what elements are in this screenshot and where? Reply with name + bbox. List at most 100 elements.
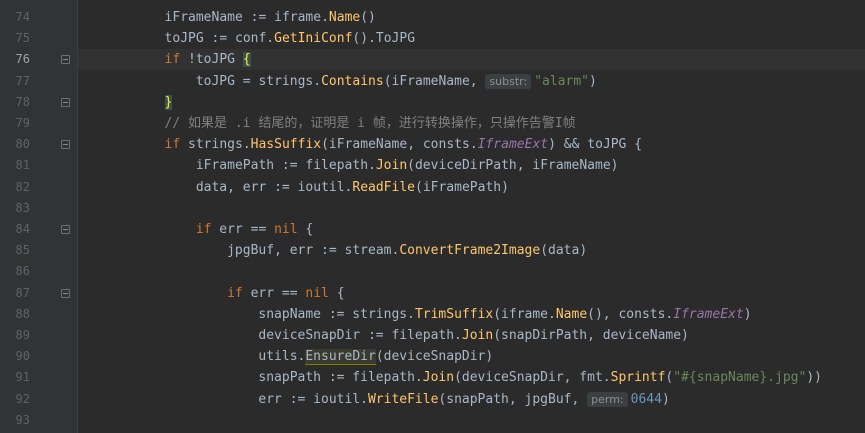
code-token: Name	[328, 10, 361, 25]
code-editor[interactable]: 74 75 76 77 78 79 80 81 82 83 84 85 86 87 88 89 90 91 92 93…	[0, 0, 865, 433]
code-token: (), consts.	[587, 306, 674, 322]
code-token: ) && toJPG {	[548, 137, 643, 153]
code-token: ReadFile	[352, 179, 415, 195]
code-line[interactable]: jpgBuf, err := stream.ConvertFrame2Image…	[78, 240, 865, 261]
code-line[interactable]: snapPath := filepath.Join(deviceSnapDir,…	[78, 367, 865, 388]
code-text: deviceSnapDir := filepath.Join(snapDirPa…	[258, 325, 688, 346]
code-token: if	[164, 137, 181, 153]
code-token: // 如果是 .i 结尾的，证明是 i 帧，进行转换操作，只操作告警I帧	[164, 116, 576, 131]
code-line[interactable]: err := ioutil.WriteFile(snapPath, jpgBuf…	[78, 389, 865, 410]
fold-collapse-icon[interactable]	[61, 225, 70, 234]
code-token: )	[743, 306, 752, 322]
fold-end-icon[interactable]	[61, 97, 70, 107]
line-number: 80	[15, 137, 30, 152]
code-area[interactable]: iFrameName := iframe.Name() toJPG := conf…	[78, 0, 865, 433]
code-text: if strings.HasSuffix(iFrameName, consts.…	[165, 134, 642, 155]
code-line[interactable]	[78, 198, 865, 219]
code-token: {	[297, 222, 314, 237]
code-token: (iFrameName,	[383, 73, 486, 89]
code-token: HasSuffix	[250, 137, 322, 153]
code-line[interactable]: if strings.HasSuffix(iFrameName, consts.…	[78, 134, 865, 155]
code-line[interactable]: data, err := ioutil.ReadFile(iFramePath)	[78, 177, 865, 198]
code-token: (deviceSnapDir, fmt.	[454, 370, 611, 386]
code-token: WriteFile	[367, 391, 439, 407]
code-text: if err == nil {	[227, 283, 344, 304]
code-token: (iFramePath)	[415, 179, 509, 195]
code-line[interactable]: // 如果是 .i 结尾的，证明是 i 帧，进行转换操作，只操作告警I帧	[78, 113, 865, 134]
code-token: utils.	[258, 349, 306, 365]
code-token: (snapPath, jpgBuf,	[438, 391, 588, 407]
line-gutter[interactable]: 74 75 76 77 78 79 80 81 82 83 84 85 86 87 88 89 90 91 92 93	[0, 0, 78, 433]
line-number: 81	[15, 158, 30, 173]
code-text: snapName := strings.TrimSuffix(iframe.Na…	[258, 304, 751, 325]
code-token: err ==	[211, 222, 275, 237]
code-line[interactable]: }	[78, 92, 865, 113]
code-token: )	[661, 391, 670, 407]
code-token: (data)	[540, 243, 588, 259]
code-token: (iFrameName, consts.	[321, 137, 478, 153]
code-text: iFramePath := filepath.Join(deviceDirPat…	[196, 155, 619, 176]
code-text: iFrameName := iframe.Name()	[165, 7, 376, 28]
code-token: strings.	[180, 137, 251, 153]
code-token: Sprintf	[610, 370, 666, 386]
code-token: )	[589, 73, 597, 89]
fold-collapse-icon[interactable]	[61, 288, 70, 298]
line-number: 90	[15, 349, 30, 364]
line-number: 85	[15, 243, 30, 258]
fold-collapse-icon[interactable]	[61, 140, 70, 150]
code-line[interactable]: deviceSnapDir := filepath.Join(snapDirPa…	[78, 325, 865, 346]
code-line[interactable]: iFrameName := iframe.Name()	[78, 7, 865, 28]
code-token: Join	[422, 370, 455, 386]
code-text: err := ioutil.WriteFile(snapPath, jpgBuf…	[258, 389, 670, 410]
code-token: err ==	[242, 285, 306, 301]
line-number: 87	[15, 285, 30, 300]
code-line[interactable]	[78, 261, 865, 282]
code-token: IframeExt	[477, 137, 549, 153]
code-token: if	[195, 222, 212, 237]
code-token: ))	[806, 370, 822, 386]
line-number: 74	[15, 10, 30, 24]
parameter-hint: substr:	[485, 73, 532, 89]
code-token: EnsureDir	[305, 349, 376, 366]
code-token: err	[289, 243, 314, 259]
line-number: 93	[15, 412, 30, 427]
code-token: TrimSuffix	[414, 306, 494, 322]
code-text: if !toJPG {	[165, 49, 251, 70]
code-line[interactable]: toJPG = strings.Contains(iFrameName, sub…	[78, 71, 865, 92]
code-token: IframeExt	[673, 306, 744, 322]
code-token: ().ToJPG	[352, 31, 416, 47]
code-line[interactable]: if err == nil {	[78, 219, 865, 240]
code-token: iFrameName := iframe.	[164, 10, 329, 25]
code-token: Join	[461, 328, 494, 343]
code-token: (iframe.	[493, 306, 556, 322]
code-text: toJPG = strings.Contains(iFrameName, sub…	[196, 71, 597, 92]
code-text: toJPG := conf.GetIniConf().ToJPG	[165, 28, 415, 49]
code-token: iFramePath := filepath.	[195, 158, 376, 174]
code-line[interactable]: if err == nil {	[78, 283, 865, 304]
line-number: 83	[15, 200, 30, 215]
code-line[interactable]: toJPG := conf.GetIniConf().ToJPG	[78, 28, 865, 49]
code-token: }	[164, 94, 173, 110]
code-token: (deviceSnapDir)	[375, 349, 494, 365]
line-number: 77	[15, 73, 30, 88]
line-number: 89	[15, 328, 30, 342]
code-line[interactable]: if !toJPG {	[78, 49, 865, 71]
line-number: 79	[15, 116, 30, 130]
code-line[interactable]: snapName := strings.TrimSuffix(iframe.Na…	[78, 304, 865, 325]
code-line[interactable]	[78, 410, 865, 431]
code-text: utils.EnsureDir(deviceSnapDir)	[258, 346, 493, 367]
code-token: if	[164, 52, 181, 68]
code-token: := stream.	[313, 243, 400, 259]
code-token: ()	[360, 10, 376, 25]
line-number: 78	[15, 94, 30, 109]
code-token: Name	[555, 306, 588, 322]
parameter-hint: perm:	[587, 391, 628, 407]
code-text: if err == nil {	[196, 219, 313, 240]
code-line[interactable]: iFramePath := filepath.Join(deviceDirPat…	[78, 155, 865, 176]
code-token: toJPG = strings.	[195, 73, 322, 89]
line-number: 88	[15, 306, 30, 321]
fold-collapse-icon[interactable]	[61, 55, 70, 65]
code-token: "#{snapName}.jpg"	[673, 370, 807, 386]
code-token: ConvertFrame2Image	[399, 243, 541, 259]
code-line[interactable]: utils.EnsureDir(deviceSnapDir)	[78, 346, 865, 367]
